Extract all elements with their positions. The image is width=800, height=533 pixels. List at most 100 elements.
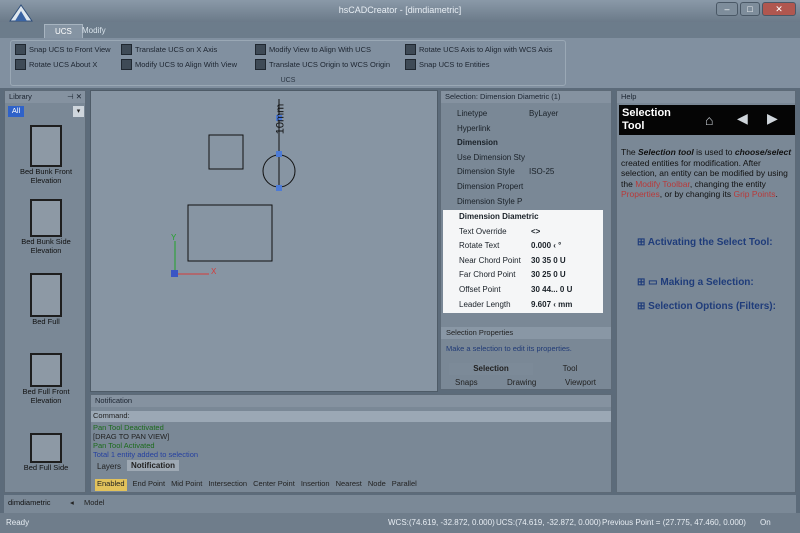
library-item[interactable]: Bed Full Front Elevation	[9, 353, 83, 405]
library-item[interactable]: Bed Bunk Side Elevation	[9, 199, 83, 255]
ribbon-group-label: UCS	[280, 77, 296, 84]
snap-toggle[interactable]: Nearest	[336, 479, 362, 491]
snap-toggle[interactable]: Mid Point	[171, 479, 202, 491]
library-item[interactable]: Bed Full	[9, 273, 83, 326]
status-mode[interactable]: On	[760, 513, 771, 533]
property-value[interactable]: 30 25 0 U	[527, 268, 603, 283]
snap-toggle[interactable]: Node	[368, 479, 386, 491]
property-row[interactable]: Leader Length 9.607 ‹ mm	[443, 298, 603, 313]
library-item[interactable]: Bed Bunk Front Elevation	[9, 125, 83, 185]
property-row[interactable]: Dimension Style ISO-25	[441, 165, 611, 180]
property-value[interactable]: <>	[527, 225, 603, 240]
bed-icon	[30, 353, 62, 387]
help-section-activating[interactable]: ⊞ Activating the Select Tool:	[637, 237, 787, 248]
mode-selection[interactable]: Selection	[449, 363, 533, 375]
rotate-ucs-x-button[interactable]: Rotate UCS About X	[15, 58, 97, 71]
property-value[interactable]: ByLayer	[525, 107, 611, 122]
property-value[interactable]	[525, 180, 611, 195]
property-name: Rotate Text	[459, 241, 500, 251]
mode-tool[interactable]: Tool	[535, 363, 605, 375]
help-section-making[interactable]: ⊞ ▭ Making a Selection:	[637, 277, 787, 288]
pin-close-icon[interactable]: ⊣ ✕	[67, 91, 85, 103]
modify-view-align-button[interactable]: Modify View to Align With UCS	[255, 43, 371, 56]
snap-toggle[interactable]: Enabled	[95, 479, 127, 491]
square-entity[interactable]	[208, 134, 244, 170]
property-name: Far Chord Point	[459, 270, 516, 280]
property-row[interactable]: Dimension Style P	[441, 195, 611, 210]
property-row[interactable]: Use Dimension Sty	[441, 151, 611, 166]
tab-modify[interactable]: Modify	[72, 24, 116, 38]
drawing-canvas[interactable]: 10mm Y X	[90, 90, 438, 392]
property-row[interactable]: Near Chord Point 30 35 0 U	[443, 254, 603, 269]
help-section-label: Making a Selection:	[660, 277, 754, 288]
property-row[interactable]: Rotate Text 0.000 ‹ °	[443, 239, 603, 254]
forward-arrow-icon[interactable]: ▶	[767, 110, 778, 127]
property-row[interactable]: Hyperlink	[441, 122, 611, 137]
modify-ucs-align-button[interactable]: Modify UCS to Align With View	[121, 58, 237, 71]
help-section-options[interactable]: ⊞ Selection Options (Filters):	[637, 301, 787, 312]
grip-point[interactable]	[276, 185, 282, 191]
help-banner-title: Selection Tool	[622, 107, 671, 132]
grip-point[interactable]	[276, 151, 282, 157]
minimize-button[interactable]: –	[716, 2, 738, 16]
snap-toggle[interactable]: Intersection	[208, 479, 247, 491]
close-button[interactable]: ✕	[762, 2, 796, 16]
property-value[interactable]: 0.000 ‹ °	[527, 239, 603, 254]
property-value[interactable]: 9.607 ‹ mm	[527, 298, 603, 313]
bed-icon	[30, 433, 62, 463]
property-value[interactable]: 30 44... 0 U	[527, 283, 603, 298]
snap-ucs-entities-button[interactable]: Snap UCS to Entities	[405, 58, 489, 71]
maximize-button[interactable]: □	[740, 2, 760, 16]
ucs-icon	[405, 44, 416, 55]
tab-layers[interactable]: Layers	[97, 462, 121, 471]
help-link[interactable]: Properties	[621, 189, 660, 199]
translate-ucs-origin-button[interactable]: Translate UCS Origin to WCS Origin	[255, 58, 390, 71]
library-item[interactable]: Bed Full Side	[9, 433, 83, 472]
property-row[interactable]: Offset Point 30 44... 0 U	[443, 283, 603, 298]
model-tab[interactable]: Model	[84, 498, 104, 507]
property-row[interactable]: Dimension Propert	[441, 180, 611, 195]
status-bar: Ready WCS:(74.619, -32.872, 0.000) UCS:(…	[0, 513, 800, 533]
chevron-down-icon[interactable]: ▾	[73, 106, 84, 117]
scroll-left-icon[interactable]: ◂	[70, 498, 74, 507]
snap-ucs-front-button[interactable]: Snap UCS to Front View	[15, 43, 111, 56]
library-item-label: Bed Full Front Elevation	[22, 387, 70, 405]
snap-toggle[interactable]: End Point	[133, 479, 166, 491]
ucs-origin-icon	[171, 270, 178, 277]
help-link[interactable]: Modify Toolbar	[635, 179, 690, 189]
help-text: The	[621, 147, 639, 157]
property-row[interactable]: Text Override <>	[443, 225, 603, 240]
ucs-icon	[405, 59, 416, 70]
tab-notification[interactable]: Notification	[127, 460, 179, 471]
home-icon[interactable]: ⌂	[705, 112, 713, 128]
selection-properties-header: Selection Properties	[441, 327, 611, 339]
property-row[interactable]: Linetype ByLayer	[441, 107, 611, 122]
log-line: Pan Tool Activated	[93, 441, 155, 450]
tab-viewport[interactable]: Viewport	[565, 378, 596, 387]
property-value[interactable]	[525, 195, 611, 210]
tab-drawing[interactable]: Drawing	[507, 378, 536, 387]
tab-snaps[interactable]: Snaps	[455, 378, 478, 387]
property-row[interactable]: Far Chord Point 30 25 0 U	[443, 268, 603, 283]
rotate-ucs-axis-button[interactable]: Rotate UCS Axis to Align with WCS Axis	[405, 43, 552, 56]
property-value[interactable]: ISO-25	[525, 165, 611, 180]
rectangle-entity[interactable]	[187, 204, 273, 262]
property-value[interactable]	[525, 136, 611, 151]
property-category[interactable]: Dimension	[441, 136, 611, 151]
library-title: Library	[9, 92, 32, 101]
snap-toggle[interactable]: Parallel	[392, 479, 417, 491]
help-link[interactable]: Grip Points	[733, 189, 775, 199]
property-value[interactable]: 30 35 0 U	[527, 254, 603, 269]
snap-toggle[interactable]: Center Point	[253, 479, 295, 491]
property-name: Linetype	[457, 109, 488, 118]
command-line[interactable]: Command:	[91, 411, 611, 422]
document-tab[interactable]: dimdiametric	[8, 498, 51, 507]
property-value[interactable]	[525, 122, 611, 137]
back-arrow-icon[interactable]: ◀	[737, 110, 748, 127]
button-label: Rotate UCS Axis to Align with WCS Axis	[419, 45, 553, 54]
snap-toggle[interactable]: Insertion	[301, 479, 330, 491]
property-value[interactable]	[525, 151, 611, 166]
button-label: Rotate UCS About X	[29, 60, 98, 69]
library-filter[interactable]: All	[8, 106, 24, 117]
translate-ucs-x-button[interactable]: Translate UCS on X Axis	[121, 43, 217, 56]
